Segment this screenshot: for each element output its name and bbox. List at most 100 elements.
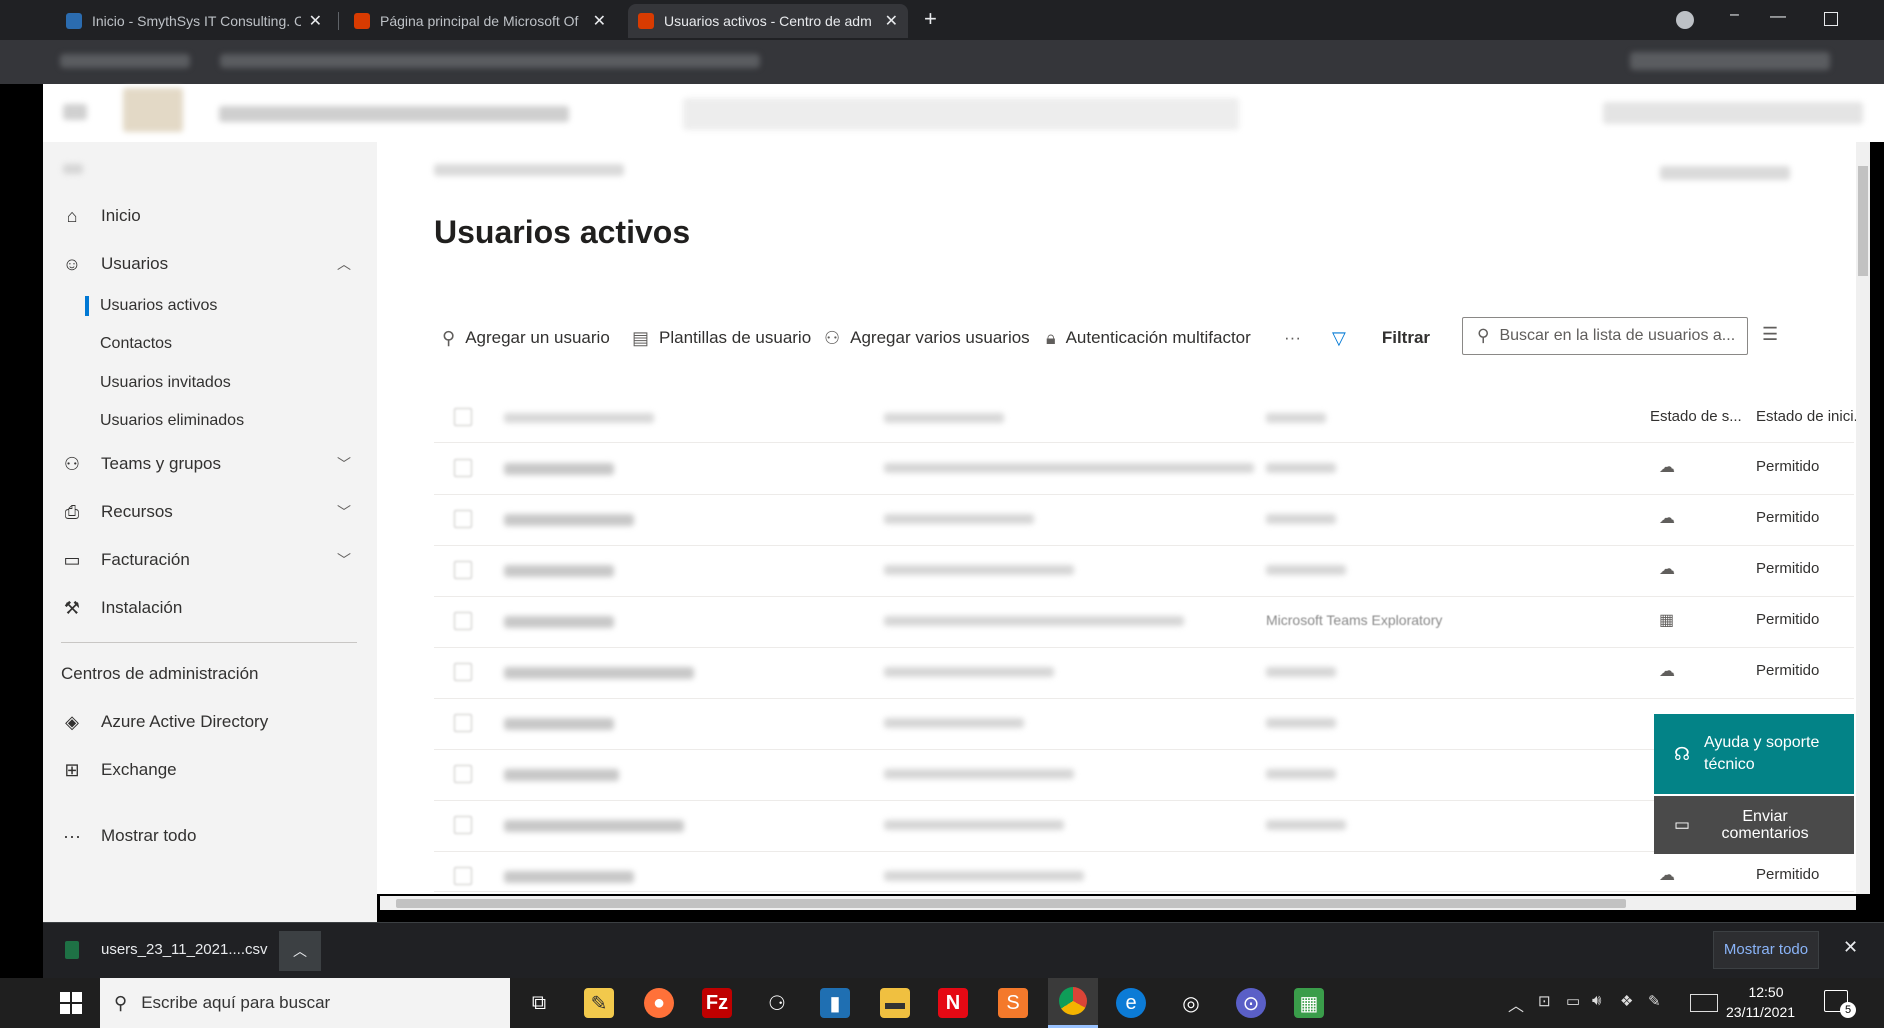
- nav-subitem-usuarios-eliminados[interactable]: Usuarios eliminados: [100, 406, 244, 436]
- table-row[interactable]: ☁︎ Permitido: [434, 851, 1854, 892]
- add-user-button[interactable]: ⚲ Agregar un usuario: [442, 326, 610, 350]
- display-name-blurred[interactable]: [504, 514, 634, 526]
- row-checkbox[interactable]: [454, 765, 472, 783]
- collapse-nav-icon[interactable]: [63, 164, 83, 174]
- nav-item-exchange[interactable]: ⊞ Exchange: [43, 752, 377, 788]
- table-row[interactable]: [434, 698, 1854, 750]
- column-sync-status[interactable]: Estado de s...: [1650, 408, 1742, 425]
- display-name-blurred[interactable]: [504, 616, 614, 628]
- download-filename[interactable]: users_23_11_2021....csv: [101, 941, 268, 958]
- clock-date[interactable]: 23/11/2021: [1726, 1004, 1795, 1020]
- tab-search-icon[interactable]: [1676, 11, 1694, 29]
- nav-subitem-contactos[interactable]: Contactos: [100, 329, 172, 359]
- browser-tab-office-home[interactable]: Página principal de Microsoft Of ✕: [344, 4, 616, 38]
- nav-item-recursos[interactable]: ⎙ Recursos ﹀: [43, 494, 377, 530]
- close-shelf-icon[interactable]: ✕: [1843, 937, 1858, 958]
- keyboard-icon[interactable]: [1690, 994, 1718, 1012]
- global-search-blurred[interactable]: [683, 98, 1239, 130]
- show-all-downloads-button[interactable]: Mostrar todo: [1713, 931, 1819, 969]
- more-actions-button[interactable]: ···: [1284, 326, 1301, 350]
- view-options-icon[interactable]: ☰: [1762, 324, 1778, 345]
- table-row[interactable]: ☁︎ Permitido: [434, 545, 1854, 597]
- user-templates-button[interactable]: ▤ Plantillas de usuario: [632, 326, 811, 350]
- windows-start-icon[interactable]: [60, 992, 82, 1014]
- dark-mode-toggle-blurred[interactable]: [1660, 166, 1790, 180]
- browser-tab-smythsys[interactable]: Inicio - SmythSys IT Consulting. C ✕: [56, 4, 332, 38]
- filezilla-icon[interactable]: Fz: [702, 988, 732, 1018]
- table-row[interactable]: ☁︎ Permitido: [434, 647, 1854, 699]
- close-tab-icon[interactable]: ✕: [885, 11, 898, 31]
- help-support-button[interactable]: ☊ Ayuda y soporte técnico: [1654, 714, 1854, 794]
- nav-subitem-usuarios-activos[interactable]: Usuarios activos: [100, 291, 217, 321]
- column-signin-status[interactable]: Estado de inici...: [1756, 408, 1866, 425]
- browser-tab-active-users[interactable]: Usuarios activos - Centro de adm ✕: [628, 4, 908, 38]
- display-name-blurred[interactable]: [504, 820, 684, 832]
- restore-icon[interactable]: [1824, 12, 1838, 26]
- notes-app-icon[interactable]: ✎: [584, 988, 614, 1018]
- edge-icon[interactable]: e: [1116, 988, 1146, 1018]
- mfa-button[interactable]: 🔒︎ Autenticación multifactor: [1046, 326, 1251, 350]
- nav-item-usuarios[interactable]: ☺ Usuarios ︿: [43, 246, 377, 282]
- nav-subitem-usuarios-invitados[interactable]: Usuarios invitados: [100, 368, 231, 398]
- document-app-icon[interactable]: ▮: [820, 988, 850, 1018]
- url-blurred[interactable]: [220, 54, 760, 68]
- vertical-scroll-thumb[interactable]: [1858, 166, 1868, 276]
- new-tab-icon[interactable]: +: [924, 6, 937, 32]
- spreadsheet-app-icon[interactable]: ▦: [1294, 988, 1324, 1018]
- row-checkbox[interactable]: [454, 612, 472, 630]
- nav-item-instalacion[interactable]: ⚒ Instalación: [43, 590, 377, 626]
- row-checkbox[interactable]: [454, 867, 472, 885]
- netflix-icon[interactable]: N: [938, 988, 968, 1018]
- row-checkbox[interactable]: [454, 459, 472, 477]
- clock-time[interactable]: 12:50: [1734, 984, 1798, 1000]
- tray-chevron-up-icon[interactable]: ︿: [1508, 992, 1524, 1016]
- header-icons-blurred[interactable]: [1603, 102, 1863, 124]
- row-checkbox[interactable]: [454, 816, 472, 834]
- chrome-taskbar-active[interactable]: [1048, 978, 1098, 1028]
- chevron-up-icon[interactable]: ︿: [279, 931, 321, 971]
- dropbox-icon[interactable]: ❖: [1620, 992, 1633, 1010]
- obs-icon[interactable]: ◎: [1176, 988, 1206, 1018]
- volume-icon[interactable]: 🔊︎: [1592, 992, 1601, 1009]
- column-display-name[interactable]: [504, 413, 654, 423]
- display-name-blurred[interactable]: [504, 871, 634, 883]
- table-row[interactable]: ☁︎ Permitido: [434, 443, 1854, 495]
- column-username[interactable]: [884, 413, 1004, 423]
- send-feedback-button[interactable]: ▭ Enviar comentarios: [1654, 796, 1854, 854]
- display-name-blurred[interactable]: [504, 463, 614, 475]
- minimize-icon[interactable]: –: [1730, 6, 1739, 24]
- display-name-blurred[interactable]: [504, 667, 694, 679]
- add-multiple-users-button[interactable]: ⚇ Agregar varios usuarios: [824, 326, 1030, 350]
- row-checkbox[interactable]: [454, 663, 472, 681]
- task-view-icon[interactable]: ⧉: [524, 988, 554, 1018]
- tray-app-icon[interactable]: ⊡: [1538, 992, 1551, 1010]
- nav-item-show-all[interactable]: ··· Mostrar todo: [43, 818, 377, 854]
- waffle-icon[interactable]: [63, 104, 87, 120]
- table-row[interactable]: Microsoft Teams Exploratory ▦ Permitido: [434, 596, 1854, 648]
- firefox-icon[interactable]: ●: [644, 988, 674, 1018]
- display-name-blurred[interactable]: [504, 769, 619, 781]
- taskbar-search-box[interactable]: ⚲ Escribe aquí para buscar: [100, 978, 510, 1028]
- profile-blurred[interactable]: [1630, 52, 1830, 70]
- vertical-scrollbar[interactable]: [1856, 142, 1870, 894]
- row-checkbox[interactable]: [454, 561, 472, 579]
- display-name-blurred[interactable]: [504, 565, 614, 577]
- window-minimize-icon[interactable]: —: [1770, 8, 1786, 26]
- nav-item-teams[interactable]: ⚇ Teams y grupos ﹀: [43, 446, 377, 482]
- file-explorer-icon[interactable]: ▬: [880, 988, 910, 1018]
- filter-button[interactable]: ▽ Filtrar: [1332, 326, 1430, 350]
- nav-item-facturacion[interactable]: ▭ Facturación ﹀: [43, 542, 377, 578]
- table-row[interactable]: ☁︎ Permitido: [434, 494, 1854, 546]
- horizontal-scrollbar[interactable]: [380, 896, 1856, 910]
- vpn-lock-icon[interactable]: ⊙: [1236, 988, 1266, 1018]
- column-licenses[interactable]: [1266, 413, 1326, 423]
- horizontal-scroll-thumb[interactable]: [396, 899, 1626, 908]
- pen-icon[interactable]: ✎: [1648, 992, 1661, 1010]
- table-row[interactable]: [434, 749, 1854, 801]
- nav-item-inicio[interactable]: ⌂ Inicio: [43, 198, 377, 234]
- battery-icon[interactable]: ▭: [1566, 992, 1580, 1010]
- nav-item-azure-ad[interactable]: ◈ Azure Active Directory: [43, 704, 377, 740]
- row-checkbox[interactable]: [454, 714, 472, 732]
- close-tab-icon[interactable]: ✕: [309, 11, 322, 31]
- network-app-icon[interactable]: ⚆: [762, 988, 792, 1018]
